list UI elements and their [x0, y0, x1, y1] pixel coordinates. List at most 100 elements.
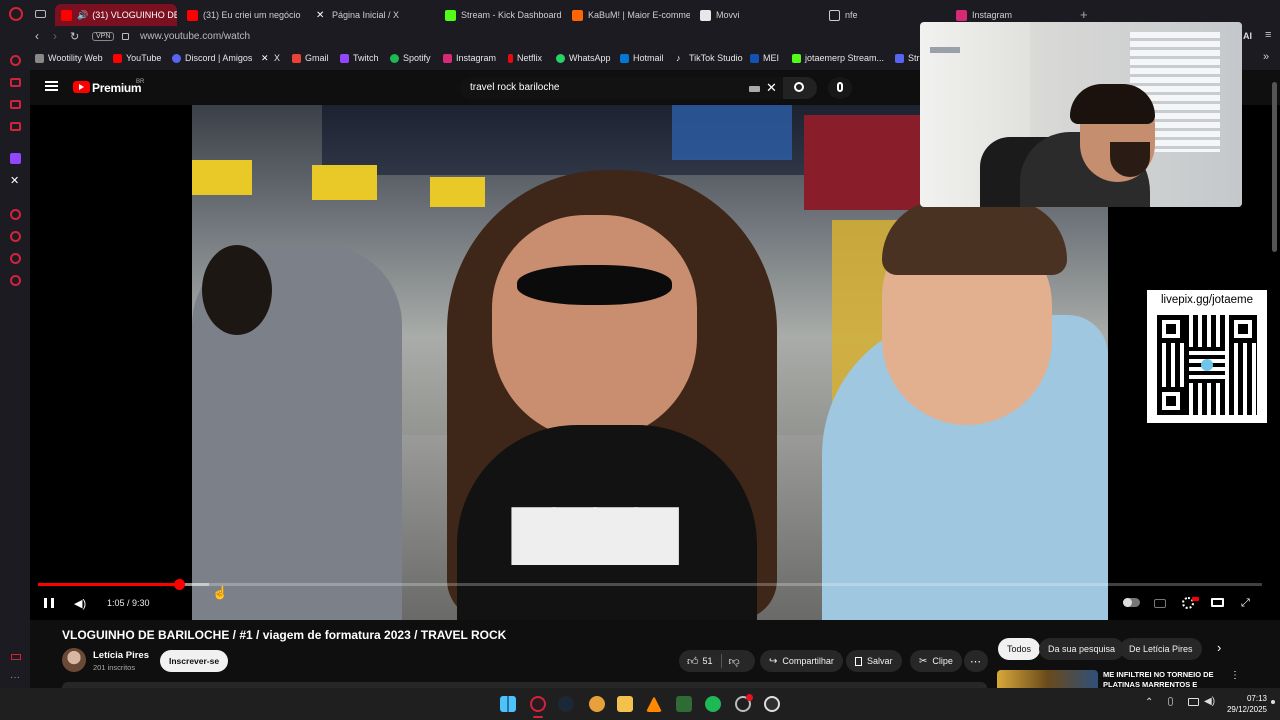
bookmark-gmail[interactable]: Gmail	[292, 53, 329, 63]
bookmark-hotmail[interactable]: Hotmail	[620, 53, 664, 63]
search-input[interactable]: travel rock bariloche	[460, 77, 783, 99]
clock-icon[interactable]	[10, 231, 21, 242]
keyboard-icon[interactable]	[749, 86, 760, 92]
aria-icon[interactable]	[10, 55, 21, 66]
bookmark-netflix[interactable]: Netflix	[508, 53, 542, 63]
settings-icon[interactable]	[10, 275, 21, 286]
clip-button[interactable]: ✂ Clipe	[910, 650, 962, 672]
page-scrollbar[interactable]	[1272, 82, 1277, 252]
tab-youtube-negocio[interactable]: (31) Eu criei um negócio D	[187, 4, 302, 26]
microphone-tray-icon[interactable]	[1168, 697, 1173, 706]
player-icon[interactable]	[10, 122, 21, 131]
channel-name[interactable]: Letícia Pires	[93, 650, 149, 661]
clock-date[interactable]: 29/12/2025	[1222, 705, 1267, 714]
bookmark-instagram[interactable]: Instagram	[443, 53, 496, 63]
twitch-icon[interactable]	[10, 153, 21, 164]
progress-scrubber[interactable]	[173, 579, 185, 590]
bookmark-whatsapp[interactable]: WhatsApp	[556, 53, 611, 63]
bookmark-str[interactable]: Str	[895, 53, 920, 63]
dislike-button[interactable]: 👎︎	[722, 655, 740, 668]
bookmarks-overflow-icon[interactable]: »	[1263, 51, 1269, 63]
notification-dot[interactable]	[1271, 700, 1275, 704]
new-tab-button[interactable]: +	[1080, 7, 1088, 22]
instagram-icon	[443, 53, 452, 63]
channel-avatar[interactable]	[62, 648, 86, 672]
bookmark-jotaemerp[interactable]: jotaemerp Stream...	[792, 53, 884, 63]
recommended-thumbnail[interactable]	[997, 670, 1098, 688]
speaker-tray-icon[interactable]: ◀)	[1204, 696, 1215, 707]
lock-icon	[122, 33, 129, 40]
recommended-menu-icon[interactable]: ⋮	[1230, 670, 1240, 681]
opera-gx-icon[interactable]	[530, 696, 546, 712]
bookmark-discord[interactable]: Discord | Amigos	[172, 53, 252, 63]
taskbar-active-indicator	[533, 716, 543, 718]
pause-button[interactable]	[44, 598, 54, 608]
overwolf-icon[interactable]	[589, 696, 605, 712]
url-field[interactable]: www.youtube.com/watch	[140, 31, 250, 42]
bookmark-youtube[interactable]: YouTube	[113, 53, 161, 63]
tab-nfe[interactable]: nfe	[829, 4, 909, 26]
volume-button[interactable]: ◀)	[74, 597, 86, 610]
obs-icon[interactable]	[764, 696, 780, 712]
theater-mode-icon[interactable]	[1211, 598, 1224, 607]
more-icon[interactable]: ···	[10, 672, 20, 683]
bookmark-wootility[interactable]: Wootility Web	[35, 53, 103, 63]
vpn-badge[interactable]: VPN	[92, 32, 115, 41]
hamburger-menu-icon[interactable]	[45, 81, 58, 91]
chips-next-icon[interactable]: ›	[1217, 640, 1221, 655]
extensions-icon[interactable]	[10, 253, 21, 264]
spotify-icon[interactable]	[705, 696, 721, 712]
monitor-app-icon[interactable]	[676, 696, 692, 712]
voice-search-button[interactable]	[828, 77, 852, 99]
chip-from-channel[interactable]: De Letícia Pires	[1120, 638, 1202, 660]
chip-all[interactable]: Todos	[998, 638, 1041, 660]
bookmark-tiktok[interactable]: ♪ TikTok Studio	[676, 53, 743, 63]
messenger-icon[interactable]	[10, 100, 21, 109]
subscribe-button[interactable]: Inscrever-se	[160, 650, 229, 672]
ai-label[interactable]: AI	[1243, 31, 1252, 41]
windows-start-icon[interactable]	[500, 696, 516, 712]
forward-icon[interactable]: ›	[53, 29, 57, 43]
sidebar-setup-icon[interactable]	[11, 654, 21, 660]
menu-icon[interactable]: ≡	[1265, 29, 1271, 41]
more-actions-button[interactable]: ⋯	[964, 650, 988, 672]
x-icon[interactable]: ✕	[10, 174, 19, 187]
steam-icon[interactable]	[558, 696, 574, 712]
bookmark-spotify[interactable]: Spotify	[390, 53, 431, 63]
clear-search-icon[interactable]: ✕	[766, 80, 777, 96]
tab-kabum[interactable]: KaBuM! | Maior E-comme	[572, 4, 690, 26]
opera-menu-icon[interactable]	[9, 7, 23, 21]
opera-notification-icon[interactable]	[746, 694, 753, 701]
tab-manager-icon[interactable]	[35, 10, 46, 18]
autoplay-toggle[interactable]	[1123, 598, 1140, 607]
bookmark-twitch[interactable]: Twitch	[340, 53, 379, 63]
tab-youtube-vlog[interactable]: 🔊 (31) VLOGUINHO DE B	[55, 4, 177, 26]
tab-x-home[interactable]: ✕ Página Inicial / X	[316, 4, 431, 26]
bookmark-x[interactable]: ✕ X	[261, 53, 280, 63]
fullscreen-icon[interactable]: ⤢	[1241, 597, 1250, 610]
display-tray-icon[interactable]	[1188, 698, 1199, 706]
back-icon[interactable]: ‹	[35, 29, 39, 43]
share-button[interactable]: ↪ Compartilhar	[760, 650, 843, 672]
subtitles-icon[interactable]	[1154, 599, 1166, 608]
save-button[interactable]: Salvar	[846, 650, 902, 672]
chip-from-search[interactable]: Da sua pesquisa	[1039, 638, 1125, 660]
share-icon: ↪	[769, 655, 778, 667]
youtube-logo-icon[interactable]	[73, 81, 90, 93]
youtube-premium-logo[interactable]: Premium	[92, 81, 142, 95]
recommended-title[interactable]: ME INFILTREI NO TORNEIO DE PLATINAS MARR…	[1103, 670, 1223, 690]
like-dislike-group: 👍︎ 51 👎︎	[679, 650, 755, 672]
crypto-wallet-icon[interactable]	[10, 78, 21, 87]
history-icon[interactable]	[10, 209, 21, 220]
search-button[interactable]	[783, 77, 817, 99]
like-button[interactable]: 👍︎ 51	[679, 655, 713, 668]
document-icon	[829, 9, 840, 21]
bookmark-mei[interactable]: MEI	[750, 53, 779, 63]
reload-icon[interactable]: ↻	[70, 30, 79, 43]
file-explorer-icon[interactable]	[617, 696, 633, 712]
clock-time[interactable]: 07:13	[1230, 694, 1267, 703]
tab-kick-dashboard[interactable]: Stream - Kick Dashboard	[445, 4, 563, 26]
tray-chevron-icon[interactable]: ⌃	[1145, 697, 1153, 708]
tab-movvi[interactable]: Movvi	[700, 4, 810, 26]
livepix-url: livepix.gg/jotaeme	[1160, 294, 1254, 306]
